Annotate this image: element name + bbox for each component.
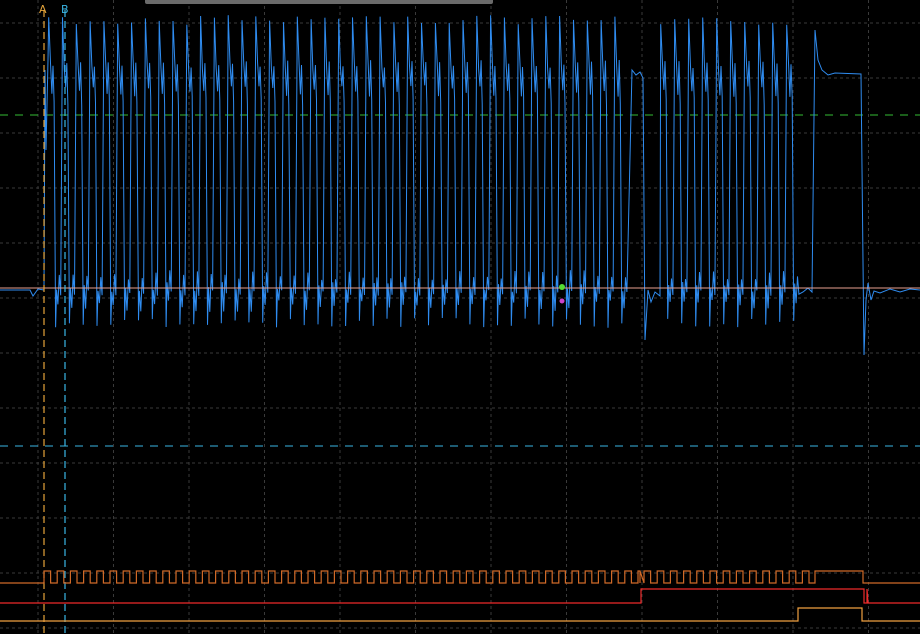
oscilloscope-display[interactable] (0, 0, 920, 634)
offset-marker[interactable] (559, 298, 565, 304)
cursor-b-label[interactable]: B (61, 4, 69, 16)
horizontal-scrollbar[interactable] (145, 0, 493, 4)
cursor-a-label[interactable]: A (39, 4, 47, 16)
trigger-marker[interactable] (559, 284, 565, 290)
